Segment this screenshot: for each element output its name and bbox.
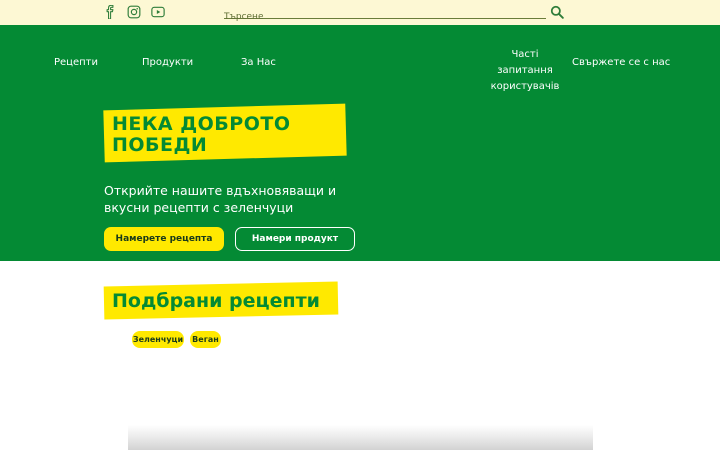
instagram-icon (127, 5, 141, 19)
search-icon (550, 5, 564, 19)
top-utility-bar (0, 0, 720, 25)
search-input[interactable] (224, 10, 546, 24)
find-recipe-button[interactable]: Намерете рецепта (104, 227, 224, 251)
nav-item-recipes[interactable]: Рецепти (54, 55, 98, 71)
tag-vegetables[interactable]: Зеленчуци (132, 331, 184, 348)
nav-item-about[interactable]: За Нас (241, 55, 276, 71)
featured-recipes-title: Подбрани рецепти (112, 290, 320, 312)
tag-vegan[interactable]: Веган (190, 331, 221, 348)
hero-subtitle: Открийте нашите вдъхновяващи и вкусни ре… (104, 183, 337, 215)
facebook-link[interactable] (102, 4, 118, 20)
search-field (224, 4, 546, 24)
find-product-button[interactable]: Намери продукт (235, 227, 355, 251)
nav-item-products[interactable]: Продукти (142, 55, 193, 71)
recipe-card-top (128, 425, 593, 450)
nav-item-faq[interactable]: Часті запитання користувачів (484, 47, 566, 95)
nav-item-contact[interactable]: Свържете се с нас (572, 55, 670, 71)
search-button[interactable] (549, 4, 565, 20)
youtube-link[interactable] (150, 4, 166, 20)
instagram-link[interactable] (126, 4, 142, 20)
facebook-icon (106, 5, 114, 19)
hero-headline: НЕКА ДОБРОТО ПОБЕДИ (112, 113, 291, 156)
youtube-icon (151, 6, 165, 18)
